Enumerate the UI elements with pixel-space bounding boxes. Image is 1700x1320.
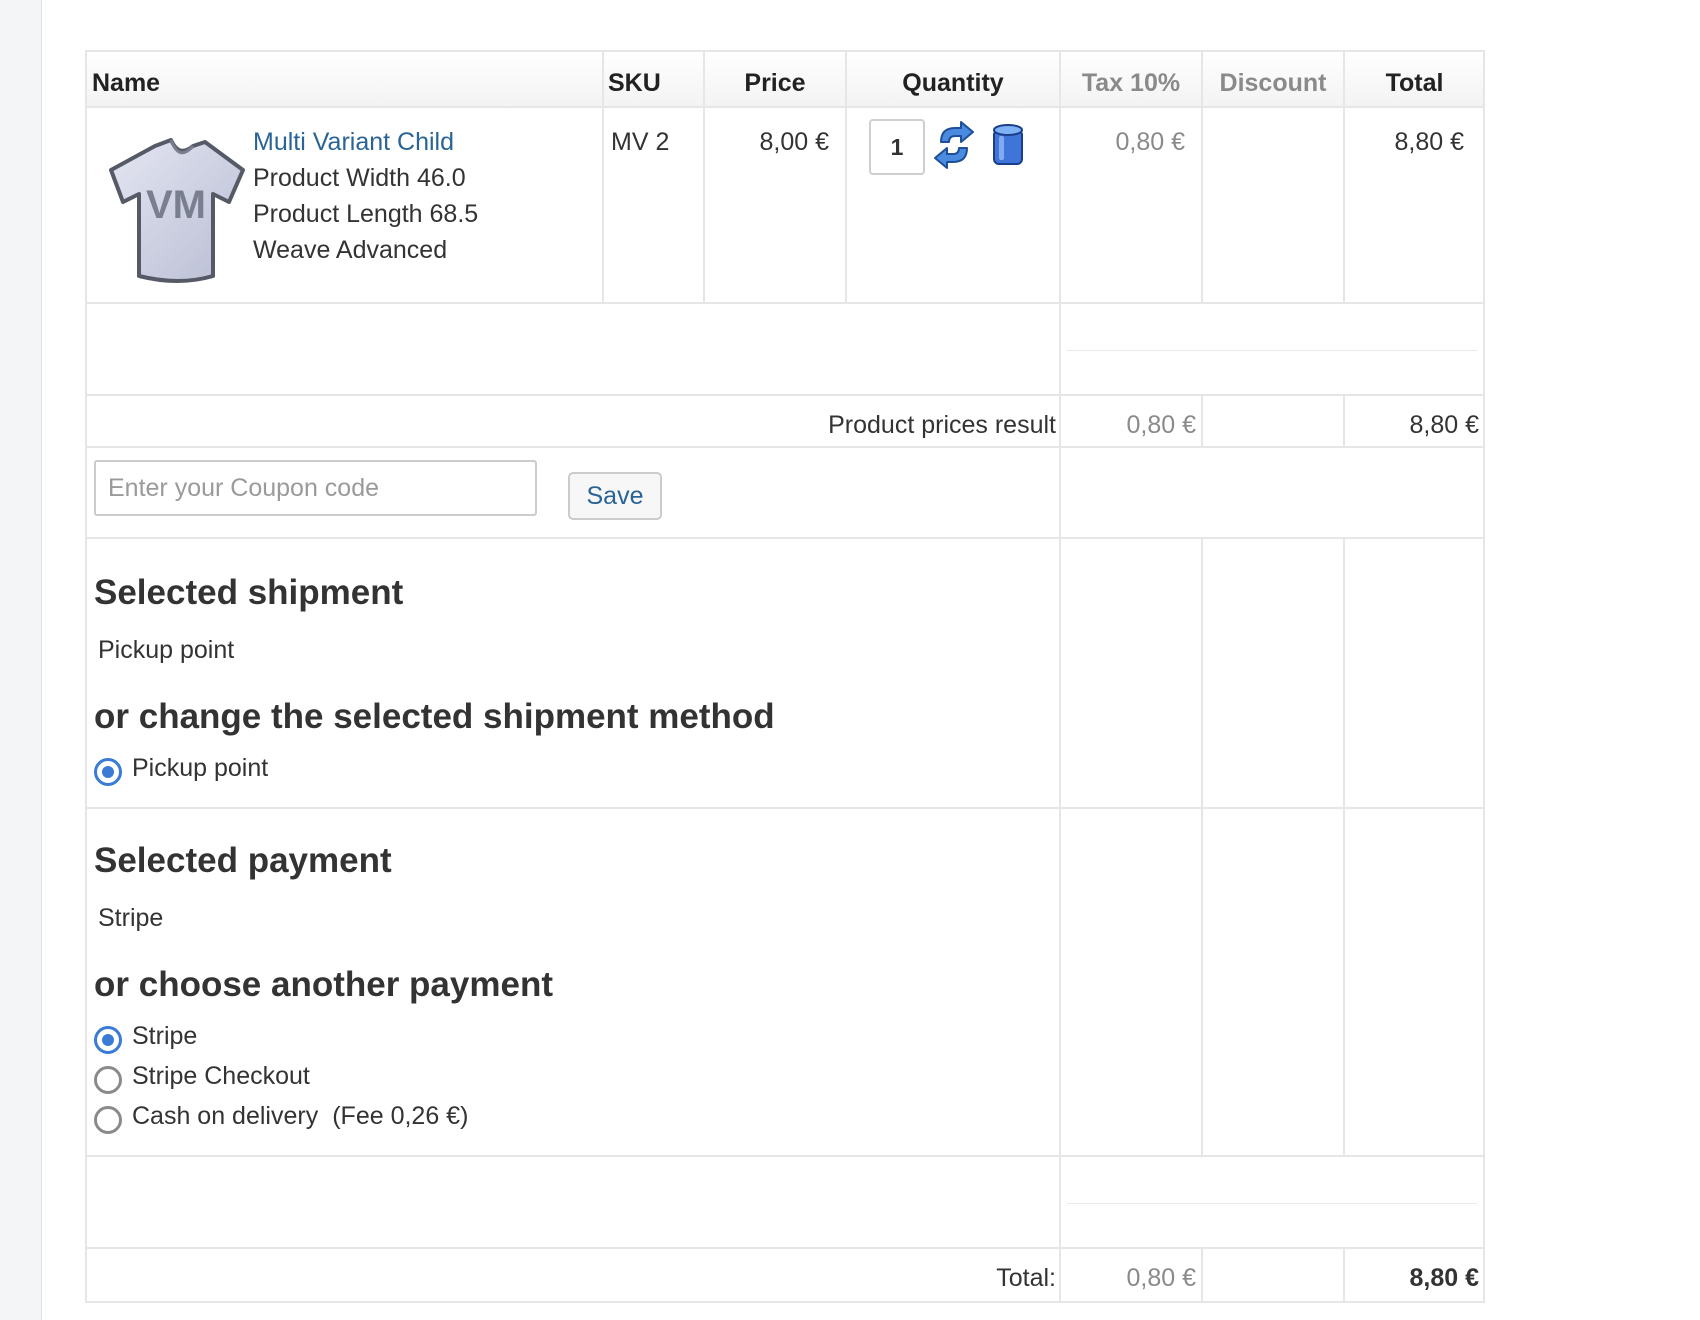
coupon-row: Save	[87, 448, 1483, 539]
product-total: 8,80 €	[1394, 128, 1464, 156]
product-tax: 0,80 €	[1115, 128, 1185, 156]
radio-button-unchecked-icon[interactable]	[94, 1066, 122, 1094]
spacer-row	[87, 304, 1483, 396]
radio-button-unchecked-icon[interactable]	[94, 1106, 122, 1134]
column-header-name: Name	[92, 69, 161, 97]
selected-shipment-value: Pickup point	[98, 636, 235, 664]
product-prices-result-row: Product prices result 0,80 € 8,80 €	[87, 396, 1483, 448]
product-price: 8,00 €	[759, 128, 829, 156]
column-header-total: Total	[1385, 69, 1444, 97]
column-header-quantity: Quantity	[902, 69, 1004, 97]
product-info: Multi Variant Child Product Width 46.0 P…	[253, 124, 478, 268]
shipment-section: Selected shipment Pickup point or change…	[87, 539, 1483, 809]
selected-payment-heading: Selected payment	[94, 841, 392, 880]
product-attribute-length: Product Length 68.5	[253, 200, 479, 228]
cart-table: Name SKU Price Quantity Tax 10% Discount…	[85, 50, 1485, 1303]
payment-section: Selected payment Stripe or choose anothe…	[87, 809, 1483, 1157]
quantity-input[interactable]	[869, 119, 925, 175]
column-header-sku: SKU	[608, 69, 661, 97]
update-quantity-icon[interactable]	[933, 120, 975, 170]
product-prices-result-label: Product prices result	[828, 411, 1056, 439]
cart-total-row: Total: 0,80 € 8,80 €	[87, 1249, 1483, 1301]
selected-payment-value: Stripe	[98, 904, 164, 932]
radio-button-checked-icon[interactable]	[94, 1026, 122, 1054]
selected-shipment-heading: Selected shipment	[94, 573, 404, 612]
svg-text:VM: VM	[146, 183, 206, 227]
change-shipment-heading: or change the selected shipment method	[94, 697, 775, 736]
coupon-code-input[interactable]	[94, 460, 537, 516]
column-header-tax: Tax 10%	[1081, 69, 1181, 97]
cart-total-amount: 8,80 €	[1409, 1264, 1479, 1292]
change-payment-heading: or choose another payment	[94, 965, 553, 1004]
product-name-link[interactable]: Multi Variant Child	[253, 124, 478, 160]
radio-button-checked-icon[interactable]	[94, 758, 122, 786]
column-header-discount: Discount	[1219, 69, 1327, 97]
product-prices-result-total: 8,80 €	[1409, 411, 1479, 439]
cash-on-delivery-fee: (Fee 0,26 €)	[332, 1101, 469, 1130]
spacer-row	[87, 1157, 1483, 1249]
payment-option-stripe[interactable]: Stripe	[94, 1019, 197, 1054]
product-prices-result-tax: 0,80 €	[1126, 411, 1196, 439]
payment-option-cash-on-delivery[interactable]: Cash on delivery (Fee 0,26 €)	[94, 1099, 469, 1134]
product-sku: MV 2	[611, 128, 670, 156]
payment-option-stripe-checkout[interactable]: Stripe Checkout	[94, 1059, 310, 1094]
left-sidebar-rail	[0, 0, 42, 1320]
product-attribute-weave: Weave Advanced	[253, 236, 448, 264]
save-coupon-button[interactable]: Save	[568, 472, 662, 520]
shipment-option-pickup-point[interactable]: Pickup point	[94, 751, 268, 786]
cart-total-tax: 0,80 €	[1126, 1264, 1196, 1292]
cart-total-label: Total:	[996, 1264, 1056, 1292]
table-row: VM Multi Variant Child Product Width 46.…	[87, 108, 1483, 304]
product-thumbnail[interactable]: VM	[109, 136, 249, 286]
column-header-price: Price	[744, 69, 806, 97]
delete-product-icon[interactable]	[991, 122, 1025, 168]
product-attribute-width: Product Width 46.0	[253, 164, 466, 192]
cart-header-row: Name SKU Price Quantity Tax 10% Discount…	[87, 52, 1483, 108]
